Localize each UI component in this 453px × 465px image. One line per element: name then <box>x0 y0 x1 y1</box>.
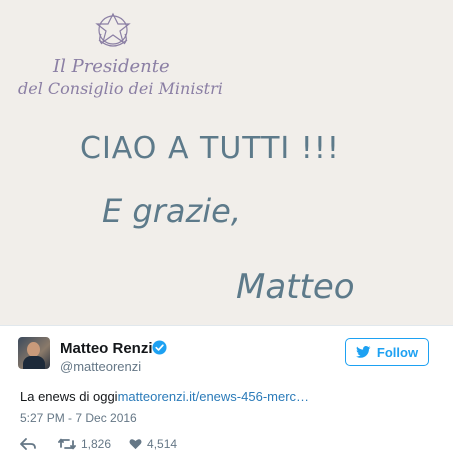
handwritten-note-image: Il Presidente del Consiglio dei Ministri… <box>18 12 355 307</box>
retweet-icon <box>58 438 76 450</box>
note-line2: E grazie, <box>102 192 241 230</box>
follow-button[interactable]: Follow <box>345 338 429 366</box>
retweet-count: 1,826 <box>81 437 112 451</box>
retweet-action[interactable]: 1,826 <box>58 437 111 451</box>
follow-label: Follow <box>376 344 419 360</box>
like-action[interactable]: 4,514 <box>129 437 177 451</box>
twitter-bird-icon <box>355 346 371 358</box>
tweet-body: La enews di oggi <box>20 389 118 404</box>
tweet-timestamp[interactable]: 5:27 PM - 7 Dec 2016 <box>20 411 137 425</box>
reply-icon <box>20 438 36 450</box>
tweet-link[interactable]: matteorenzi.it/enews-456-merc… <box>118 389 309 404</box>
tweet-actions: 1,826 4,514 <box>20 436 177 452</box>
tweet-photo[interactable]: Il Presidente del Consiglio dei Ministri… <box>0 0 453 326</box>
verified-badge-icon <box>152 340 167 355</box>
tweet-text: La enews di oggimatteorenzi.it/enews-456… <box>20 389 309 404</box>
reply-action[interactable] <box>20 438 36 450</box>
republic-emblem <box>95 12 131 47</box>
handwriting: CIAO A TUTTI !!! E grazie, Matteo <box>80 131 355 307</box>
letterhead-line1: Il Presidente <box>52 56 170 77</box>
author-handle[interactable]: @matteorenzi <box>60 359 141 374</box>
like-count: 4,514 <box>147 437 178 451</box>
heart-icon <box>129 439 142 450</box>
author-name[interactable]: Matteo Renzi <box>60 340 153 357</box>
note-line1: CIAO A TUTTI !!! <box>80 131 340 166</box>
avatar[interactable] <box>18 337 50 369</box>
letterhead-line2: del Consiglio dei Ministri <box>18 79 223 98</box>
signature: Matteo <box>236 267 355 307</box>
letterhead: Il Presidente del Consiglio dei Ministri <box>18 56 223 98</box>
